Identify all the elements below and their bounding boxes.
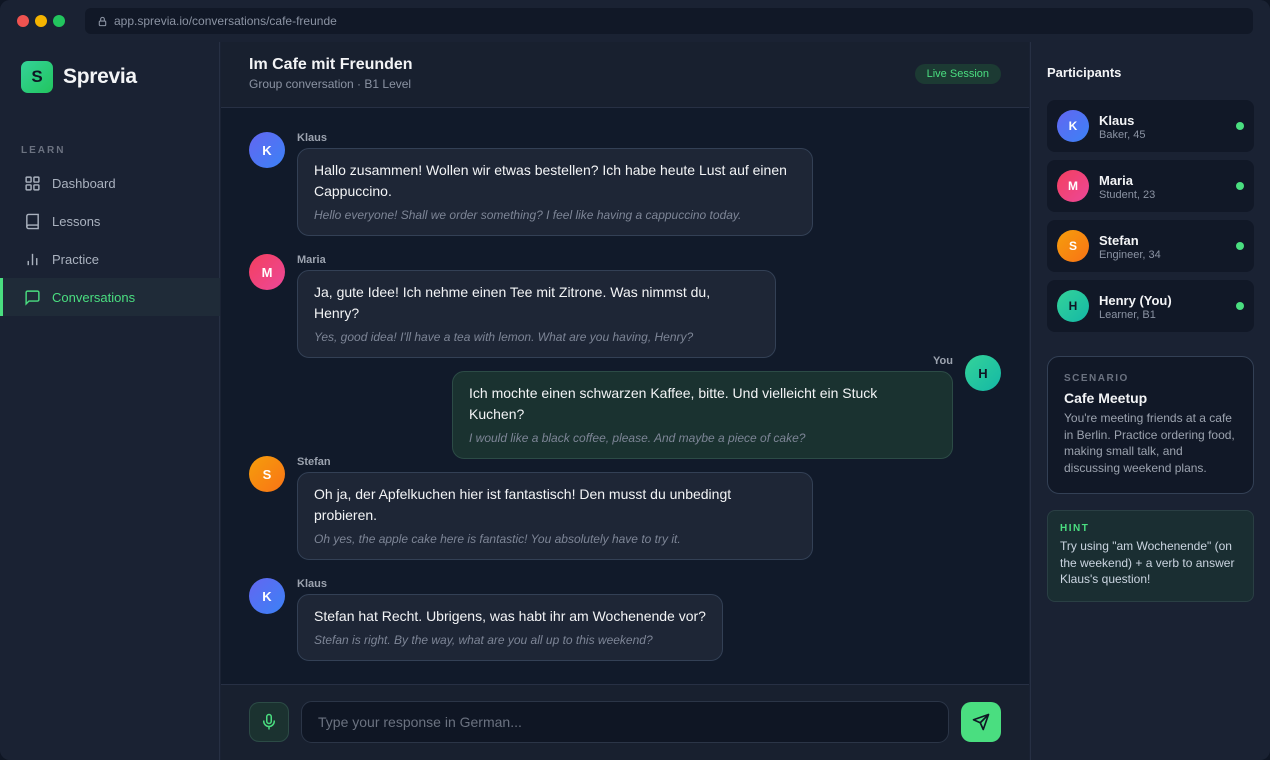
message-bubble: Ich mochte einen schwarzen Kaffee, bitte… [452, 371, 953, 459]
message-sender: Stefan [297, 456, 331, 468]
sidebar-item-label: Conversations [52, 289, 136, 305]
participant-card[interactable]: M Maria Student, 23 [1047, 160, 1254, 212]
message-translation: Stefan is right. By the way, what are yo… [314, 633, 653, 647]
participants-list: K Klaus Baker, 45 M Maria Student, 23 S … [1047, 100, 1254, 340]
online-status-dot [1236, 302, 1244, 310]
participant-name: Maria [1099, 173, 1133, 188]
nav-section-label: LEARN [21, 145, 66, 156]
send-icon [972, 713, 990, 731]
message-translation: I would like a black coffee, please. And… [469, 431, 806, 445]
maximize-window-button[interactable] [53, 15, 65, 27]
hint-card: HINT Try using "am Wochenende" (on the w… [1047, 510, 1254, 602]
scenario-card: SCENARIO Cafe Meetup You're meeting frie… [1047, 356, 1254, 494]
sidebar-item-label: Dashboard [52, 175, 116, 191]
chat-icon [25, 289, 40, 306]
avatar: H [965, 355, 1001, 391]
chat-panel: Im Cafe mit Freunden Group conversation … [221, 42, 1029, 760]
message-text: Hallo zusammen! Wollen wir etwas bestell… [314, 162, 787, 199]
online-status-dot [1236, 242, 1244, 250]
address-bar[interactable]: app.sprevia.io/conversations/cafe-freund… [85, 8, 1253, 34]
participant-name: Stefan [1099, 233, 1139, 248]
conversation-title: Im Cafe mit Freunden [249, 56, 413, 73]
participant-name: Henry (You) [1099, 293, 1172, 308]
online-status-dot [1236, 122, 1244, 130]
info-panel: Participants K Klaus Baker, 45 M Maria S… [1030, 42, 1270, 760]
participant-card[interactable]: H Henry (You) Learner, B1 [1047, 280, 1254, 332]
message-translation: Yes, good idea! I'll have a tea with lem… [314, 330, 694, 344]
sidebar-nav: Dashboard Lessons Practice Conversations [0, 164, 220, 316]
avatar: K [249, 578, 285, 614]
scenario-label: SCENARIO [1064, 373, 1129, 384]
participant-role: Student, 23 [1099, 189, 1156, 201]
sidebar-item-dashboard[interactable]: Dashboard [0, 164, 220, 202]
message-list[interactable]: K Klaus Hallo zusammen! Wollen wir etwas… [221, 109, 1029, 684]
online-status-dot [1236, 182, 1244, 190]
sidebar-item-practice[interactable]: Practice [0, 240, 220, 278]
conversation-subtitle: Group conversation · B1 Level [249, 77, 412, 91]
avatar: M [1057, 170, 1089, 202]
message-sender: Klaus [297, 132, 327, 144]
message-bubble: Ja, gute Idee! Ich nehme einen Tee mit Z… [297, 270, 776, 358]
message-text: Stefan hat Recht. Ubrigens, was habt ihr… [314, 608, 706, 624]
app-logo[interactable]: S Sprevia [21, 61, 137, 93]
message-input[interactable] [301, 701, 949, 743]
participant-card[interactable]: K Klaus Baker, 45 [1047, 100, 1254, 152]
message-text: Ja, gute Idee! Ich nehme einen Tee mit Z… [314, 284, 711, 321]
participants-heading: Participants [1047, 65, 1122, 80]
logo-mark: S [21, 61, 53, 93]
message-bubble: Oh ja, der Apfelkuchen hier ist fantasti… [297, 472, 813, 560]
scenario-title: Cafe Meetup [1064, 390, 1148, 406]
book-icon [26, 213, 39, 229]
send-button[interactable] [961, 702, 1001, 742]
message-sender: Maria [297, 254, 326, 266]
participant-card[interactable]: S Stefan Engineer, 34 [1047, 220, 1254, 272]
message-bubble: Hallo zusammen! Wollen wir etwas bestell… [297, 148, 813, 236]
url-text: app.sprevia.io/conversations/cafe-freund… [114, 14, 337, 28]
message-text: Ich mochte einen schwarzen Kaffee, bitte… [469, 385, 878, 422]
browser-titlebar: app.sprevia.io/conversations/cafe-freund… [0, 0, 1270, 42]
microphone-button[interactable] [249, 702, 289, 742]
avatar: S [1057, 230, 1089, 262]
message-text: Oh ja, der Apfelkuchen hier ist fantasti… [314, 486, 732, 523]
message-composer [221, 684, 1029, 760]
lock-icon [98, 16, 107, 26]
sidebar-item-label: Practice [52, 251, 99, 267]
avatar: M [249, 254, 285, 290]
participant-role: Engineer, 34 [1099, 249, 1161, 261]
scenario-description: You're meeting friends at a cafe in Berl… [1064, 411, 1235, 475]
participant-role: Learner, B1 [1099, 309, 1156, 321]
participant-name: Klaus [1099, 113, 1135, 128]
avatar: K [1057, 110, 1089, 142]
avatar: H [1057, 290, 1089, 322]
avatar: K [249, 132, 285, 168]
message-translation: Hello everyone! Shall we order something… [314, 208, 742, 222]
message-bubble: Stefan hat Recht. Ubrigens, was habt ihr… [297, 594, 723, 661]
message-sender: You [933, 355, 953, 367]
bar-chart-icon [27, 253, 38, 265]
hint-text: Try using "am Wochenende" (on the weeken… [1060, 539, 1235, 586]
sidebar-item-conversations[interactable]: Conversations [0, 278, 220, 316]
sidebar-item-label: Lessons [52, 213, 101, 229]
app-name: Sprevia [63, 65, 137, 88]
minimize-window-button[interactable] [35, 15, 47, 27]
message-sender: Klaus [297, 578, 327, 590]
participant-role: Baker, 45 [1099, 129, 1146, 141]
close-window-button[interactable] [17, 15, 29, 27]
sidebar-item-lessons[interactable]: Lessons [0, 202, 220, 240]
grid-icon [25, 175, 40, 191]
hint-label: HINT [1060, 523, 1090, 534]
avatar: S [249, 456, 285, 492]
app-window: app.sprevia.io/conversations/cafe-freund… [0, 0, 1270, 760]
message-translation: Oh yes, the apple cake here is fantastic… [314, 532, 681, 546]
status-badge: Live Session [914, 64, 1001, 84]
chat-header: Im Cafe mit Freunden Group conversation … [221, 42, 1029, 108]
microphone-icon [263, 713, 275, 730]
sidebar: S Sprevia LEARN Dashboard Lessons Practi… [0, 42, 220, 760]
